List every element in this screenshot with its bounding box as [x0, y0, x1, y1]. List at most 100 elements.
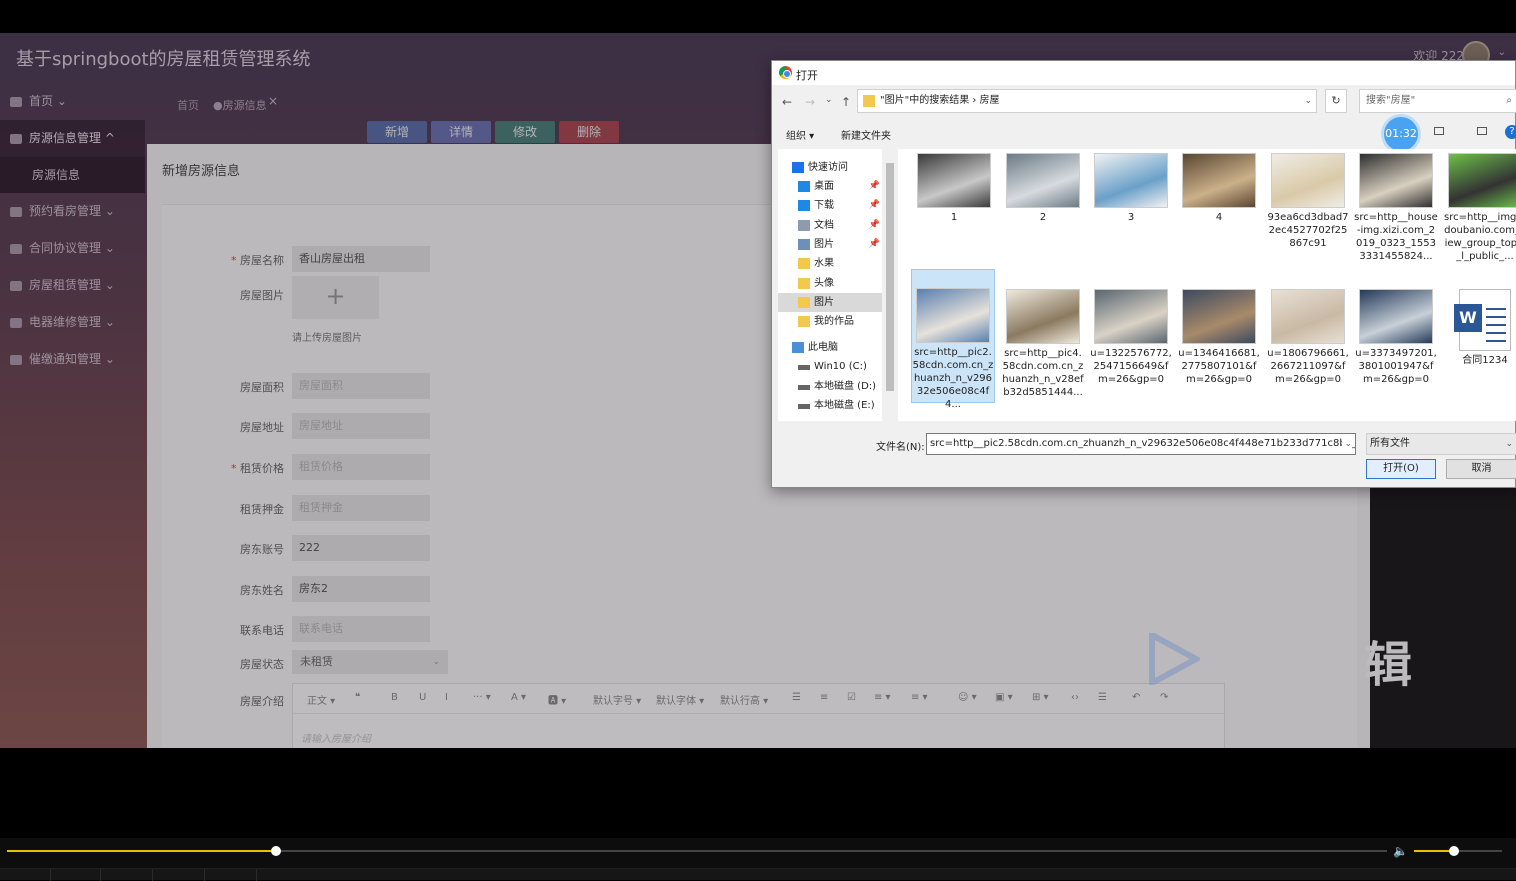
file-item[interactable]: src=http__house-img.xizi.com_2019_0323_1…: [1354, 153, 1438, 263]
editor-tool-button[interactable]: 正文 ▾: [307, 692, 335, 707]
tab-home[interactable]: 首页: [177, 97, 199, 113]
tree-item[interactable]: 本地磁盘 (E:): [778, 396, 882, 415]
tree-item[interactable]: 快速访问: [778, 158, 882, 177]
editor-tool-button[interactable]: ≡ ▾: [911, 692, 928, 703]
tab-house-info[interactable]: ●房源信息: [213, 97, 267, 113]
file-type-select[interactable]: 所有文件 ⌄: [1366, 433, 1516, 455]
edit-button[interactable]: 修改: [495, 121, 555, 143]
sidebar-item[interactable]: 催缴通知管理 ⌄: [0, 341, 145, 378]
up-arrow-icon[interactable]: ↑: [841, 95, 851, 109]
sidebar-item[interactable]: 房屋租赁管理 ⌄: [0, 267, 145, 304]
sidebar-subitem-house-info[interactable]: 房源信息: [0, 157, 145, 193]
file-item[interactable]: 3: [1089, 153, 1173, 224]
refresh-icon[interactable]: ↻: [1325, 89, 1347, 113]
search-input[interactable]: 搜索"房屋" ⌕: [1359, 89, 1516, 113]
preview-pane-icon[interactable]: [1477, 127, 1487, 135]
editor-tool-button[interactable]: ≡ ▾: [874, 692, 891, 703]
field-input[interactable]: 房屋地址: [292, 413, 430, 439]
editor-tool-button[interactable]: 默认字号 ▾: [593, 692, 641, 707]
status-select[interactable]: 未租赁 ⌄: [292, 650, 448, 674]
image-upload-button[interactable]: +: [292, 276, 379, 319]
editor-tool-button[interactable]: ≡: [820, 692, 828, 703]
view-options-icon[interactable]: [1434, 127, 1444, 135]
close-icon[interactable]: ×: [268, 94, 278, 108]
tree-item[interactable]: 下载 📌: [778, 196, 882, 215]
editor-tool-button[interactable]: 默认行高 ▾: [720, 692, 768, 707]
file-item[interactable]: 93ea6cd3dbad72ec4527702f25867c91: [1266, 153, 1350, 250]
field-input[interactable]: 联系电话: [292, 616, 430, 642]
tree-item[interactable]: 水果: [778, 254, 882, 273]
volume-handle[interactable]: [1448, 846, 1459, 856]
tree-item[interactable]: 本地磁盘 (D:): [778, 377, 882, 396]
file-item[interactable]: u=1346416681,2775807101&fm=26&gp=0: [1177, 289, 1261, 386]
editor-tool-button[interactable]: ↶: [1132, 692, 1140, 703]
file-item[interactable]: 1: [912, 153, 996, 224]
tree-item[interactable]: 桌面 📌: [778, 177, 882, 196]
editor-tool-button[interactable]: 默认字体 ▾: [656, 692, 704, 707]
field-input[interactable]: 222: [292, 535, 430, 561]
file-item[interactable]: u=1322576772,2547156649&fm=26&gp=0: [1089, 289, 1173, 386]
file-item[interactable]: u=3373497201,3801001947&fm=26&gp=0: [1354, 289, 1438, 386]
sidebar-item[interactable]: 预约看房管理 ⌄: [0, 193, 145, 230]
filename-input[interactable]: src=http__pic2.58cdn.com.cn_zhuanzh_n_v2…: [926, 433, 1356, 455]
file-item[interactable]: src=http__img3.doubanio.com_view_group_t…: [1443, 153, 1516, 263]
recent-locations-icon[interactable]: ⌄: [825, 95, 833, 105]
chevron-down-icon[interactable]: ⌄: [1342, 434, 1352, 454]
file-item[interactable]: src=http__pic2.58cdn.com.cn_zhuanzh_n_v2…: [911, 269, 995, 410]
chevron-down-icon[interactable]: ⌄: [1304, 90, 1312, 112]
address-bar[interactable]: "图片"中的搜索结果 › 房屋 ⌄: [857, 89, 1317, 113]
tree-item[interactable]: Win10 (C:): [778, 357, 882, 376]
back-arrow-icon[interactable]: ←: [782, 95, 792, 109]
editor-tool-button[interactable]: I: [445, 692, 448, 703]
volume-track[interactable]: [1414, 846, 1502, 856]
field-input[interactable]: 香山房屋出租: [292, 246, 430, 272]
tree-item[interactable]: 图片 📌: [778, 235, 882, 254]
tree-item[interactable]: 此电脑: [778, 338, 882, 357]
file-item[interactable]: 2: [1001, 153, 1085, 224]
scrollbar-thumb[interactable]: [886, 163, 894, 391]
editor-tool-button[interactable]: 🅰 ▾: [548, 692, 566, 707]
field-input[interactable]: 租赁押金: [292, 495, 430, 521]
sidebar-item[interactable]: 电器维修管理 ⌄: [0, 304, 145, 341]
chevron-down-icon[interactable]: ⌄: [1498, 47, 1506, 58]
editor-tool-button[interactable]: ☰: [792, 692, 801, 703]
editor-tool-button[interactable]: B: [391, 692, 398, 703]
field-input[interactable]: 租赁价格: [292, 454, 430, 480]
rich-text-editor[interactable]: 正文 ▾ ❝ B U I ··· ▾ A ▾ 🅰 ▾ 默认字号 ▾ 默认字体 ▾ 默认行高 ▾ ☰ ≡ ☑…: [292, 683, 1225, 748]
tree-item[interactable]: 图片: [778, 293, 882, 312]
field-input[interactable]: 房屋面积: [292, 373, 430, 399]
tree-item[interactable]: 我的作品: [778, 312, 882, 331]
sidebar-item[interactable]: 合同协议管理 ⌄: [0, 230, 145, 267]
delete-button[interactable]: 删除: [559, 121, 619, 143]
tree-item[interactable]: 头像: [778, 274, 882, 293]
editor-tool-button[interactable]: ☑: [847, 692, 856, 703]
editor-tool-button[interactable]: U: [419, 692, 426, 703]
editor-tool-button[interactable]: ☺ ▾: [958, 692, 977, 703]
file-item[interactable]: u=1806796661,2667211097&fm=26&gp=0: [1266, 289, 1350, 386]
file-item[interactable]: 4: [1177, 153, 1261, 224]
editor-tool-button[interactable]: ▣ ▾: [995, 692, 1013, 703]
editor-tool-button[interactable]: ☰: [1098, 692, 1107, 703]
tree-item[interactable]: 文档 📌: [778, 216, 882, 235]
field-input[interactable]: 房东2: [292, 576, 430, 602]
file-item[interactable]: W 合同1234: [1443, 289, 1516, 367]
volume-icon[interactable]: 🔈: [1393, 844, 1408, 858]
file-item[interactable]: src=http__pic4.58cdn.com.cn_zhuanzh_n_v2…: [1001, 289, 1085, 399]
editor-tool-button[interactable]: ↷: [1160, 692, 1168, 703]
new-folder-button[interactable]: 新建文件夹: [841, 127, 891, 142]
sidebar-item[interactable]: 首页 ⌄: [0, 83, 145, 120]
forward-arrow-icon[interactable]: →: [805, 95, 815, 109]
editor-tool-button[interactable]: ⊞ ▾: [1032, 692, 1049, 703]
sidebar-item[interactable]: 房源信息管理 ^: [0, 120, 145, 157]
open-button[interactable]: 打开(O): [1366, 459, 1436, 479]
editor-tool-button[interactable]: A ▾: [511, 692, 526, 703]
editor-tool-button[interactable]: ❝: [355, 692, 360, 703]
progress-handle[interactable]: [271, 846, 282, 856]
progress-track[interactable]: [7, 846, 1387, 856]
editor-tool-button[interactable]: ‹›: [1071, 692, 1079, 703]
cancel-button[interactable]: 取消: [1446, 459, 1516, 479]
detail-button[interactable]: 详情: [431, 121, 491, 143]
tree-scrollbar[interactable]: [884, 149, 896, 421]
organize-button[interactable]: 组织 ▾: [786, 127, 814, 142]
add-button[interactable]: 新增: [367, 121, 427, 143]
